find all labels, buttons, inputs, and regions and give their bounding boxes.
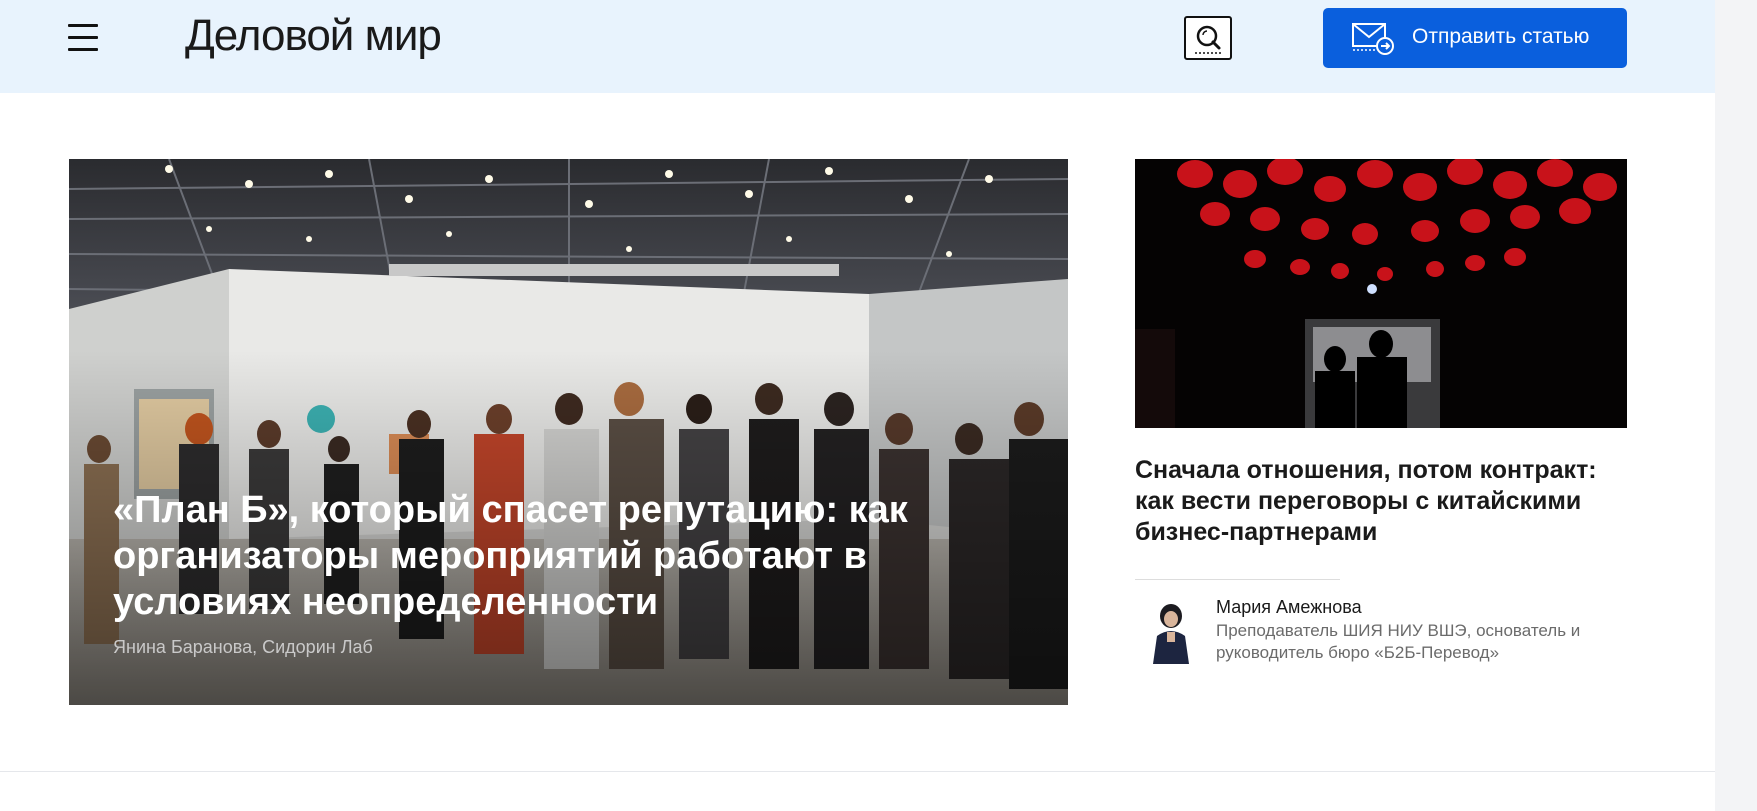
divider xyxy=(1135,579,1340,580)
hero-article-title[interactable]: «План Б», который спасет репутацию: как … xyxy=(113,487,1013,625)
send-article-button[interactable]: Отправить статью xyxy=(1323,8,1627,68)
site-logo[interactable]: Деловой мир xyxy=(185,10,442,62)
author-avatar xyxy=(1143,600,1199,664)
hamburger-menu-icon[interactable] xyxy=(68,24,100,52)
author-role: Преподаватель ШИЯ НИУ ВШЭ, основатель и … xyxy=(1216,621,1581,662)
send-article-label: Отправить статью xyxy=(1412,25,1590,48)
page: Деловой мир Отправить статью «План Б», к… xyxy=(0,0,1757,811)
scrollbar-gutter xyxy=(1715,0,1757,811)
search-icon xyxy=(1195,25,1221,54)
section-divider xyxy=(0,771,1715,772)
hero-article-author: Янина Баранова, Сидорин Лаб xyxy=(113,637,373,657)
site-header: Деловой мир Отправить статью xyxy=(0,0,1715,93)
hero-article-card[interactable]: «План Б», который спасет репутацию: как … xyxy=(69,159,1068,705)
search-button[interactable] xyxy=(1184,16,1232,60)
side-article-title[interactable]: Сначала отношения, потом контракт: как в… xyxy=(1135,455,1627,548)
author-name[interactable]: Мария Амежнова xyxy=(1216,597,1362,618)
side-article-image[interactable] xyxy=(1135,159,1627,428)
lanterns-image xyxy=(1135,159,1627,428)
envelope-arrow-icon xyxy=(1352,23,1394,55)
